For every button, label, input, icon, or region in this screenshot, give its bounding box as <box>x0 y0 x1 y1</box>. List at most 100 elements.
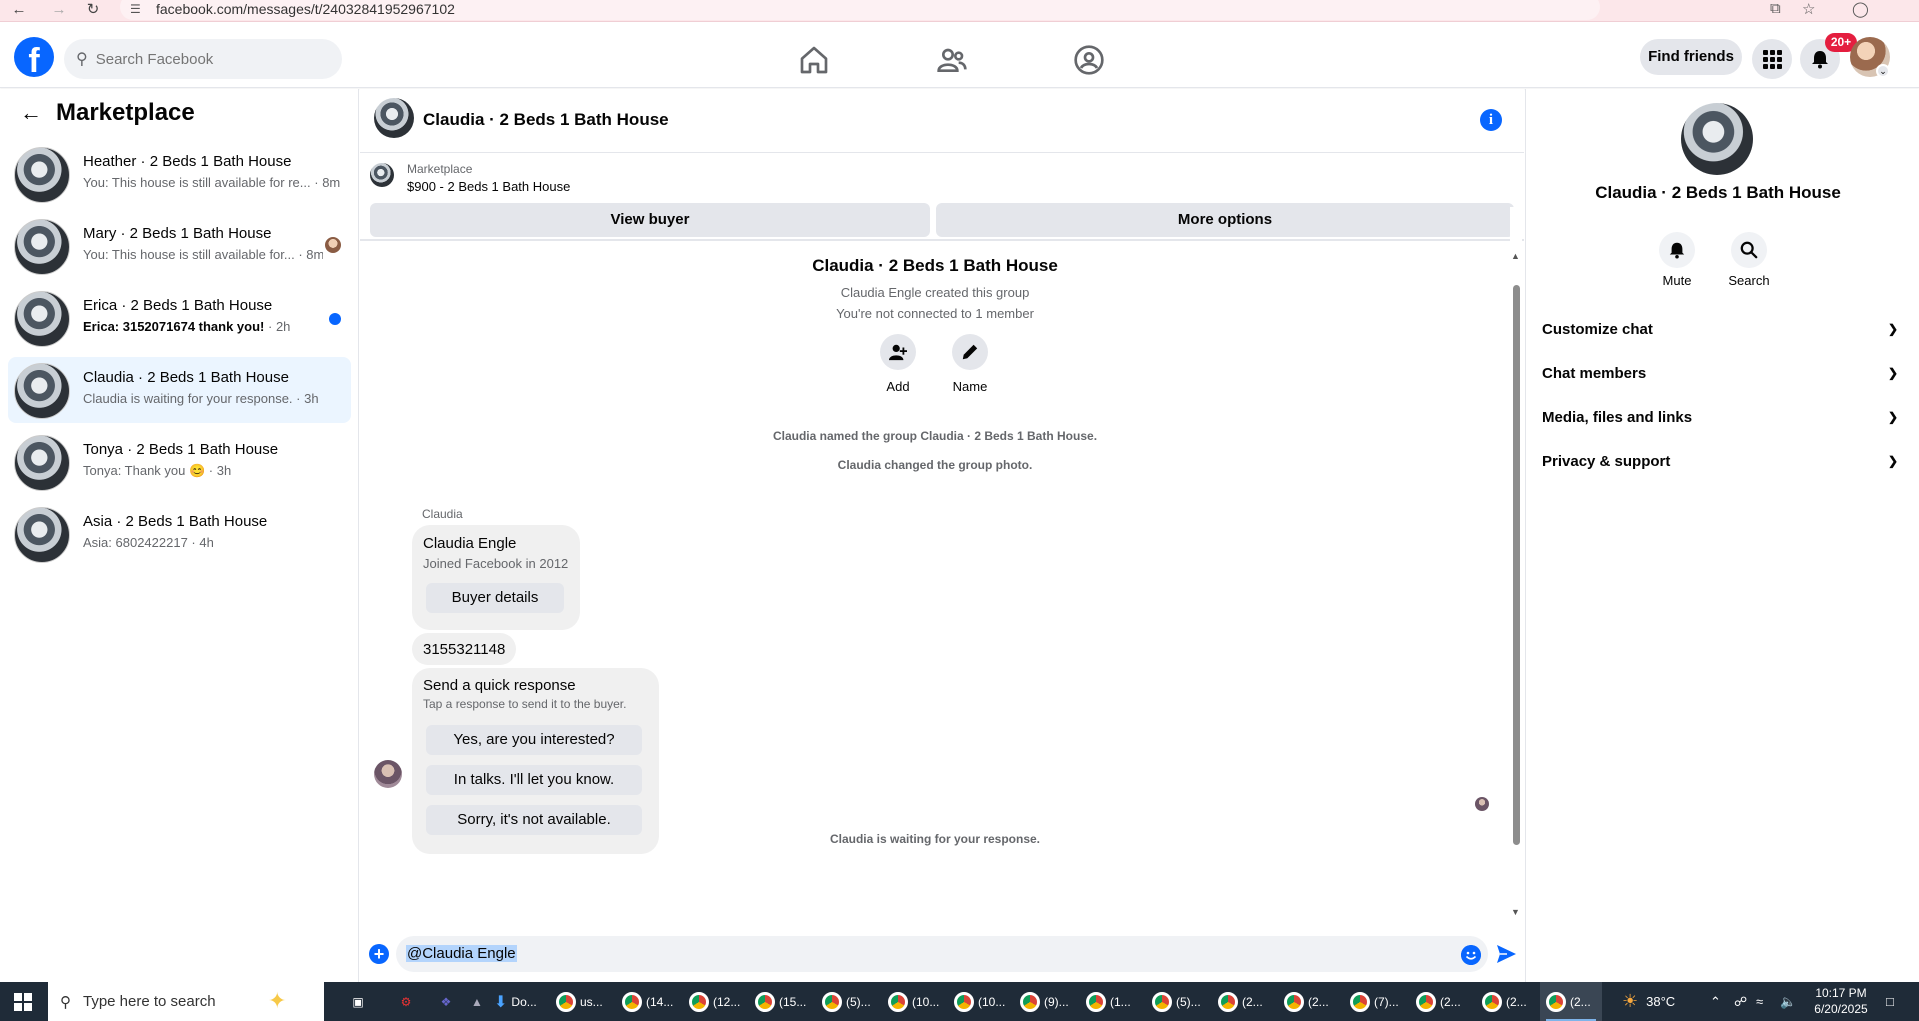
mute-button[interactable] <box>1659 232 1695 268</box>
taskbar-window[interactable]: (5)... <box>822 982 880 1021</box>
conversation-item[interactable]: Heather · 2 Beds 1 Bath House You: This … <box>8 141 351 207</box>
network-icon[interactable]: ☍ <box>1734 982 1747 1021</box>
conversation-item[interactable]: Tonya · 2 Beds 1 Bath House Tonya: Thank… <box>8 429 351 495</box>
facebook-search[interactable]: ⚲ <box>64 39 342 79</box>
conversation-title: Heather · 2 Beds 1 Bath House <box>83 153 292 170</box>
taskbar-window[interactable]: (2... <box>1482 982 1540 1021</box>
back-icon[interactable]: ← <box>8 0 30 18</box>
privacy-support-section[interactable]: Privacy & support ❯ <box>1542 443 1898 479</box>
sender-name: Claudia <box>422 507 463 521</box>
copilot-icon[interactable]: ❖ <box>430 982 462 1021</box>
taskbar-window[interactable]: (5)... <box>1152 982 1210 1021</box>
media-files-links-section[interactable]: Media, files and links ❯ <box>1542 399 1898 435</box>
scroll-down-icon[interactable]: ▼ <box>1511 907 1520 917</box>
browser-profile-icon[interactable]: ◯ <box>1852 0 1869 18</box>
scroll-up-icon[interactable]: ▲ <box>1511 251 1520 261</box>
taskbar-window[interactable]: (9)... <box>1020 982 1078 1021</box>
url-text[interactable]: facebook.com/messages/t/2403284195296710… <box>156 1 455 17</box>
taskbar-window[interactable]: (2... <box>1218 982 1276 1021</box>
more-options-button[interactable]: More options <box>936 203 1514 237</box>
app-icon[interactable]: ⚙ <box>390 982 422 1021</box>
add-member-button[interactable] <box>880 334 916 370</box>
search-input[interactable] <box>95 50 316 68</box>
task-view-icon[interactable]: ▣ <box>342 982 374 1021</box>
taskbar-downloads[interactable]: ⬇ Do... <box>494 982 550 1021</box>
info-icon[interactable]: i <box>1480 109 1502 131</box>
volume-icon[interactable]: 🔈 <box>1780 982 1796 1021</box>
name-group-button[interactable] <box>952 334 988 370</box>
back-arrow-icon[interactable]: ← <box>20 100 42 126</box>
chat-members-section[interactable]: Chat members ❯ <box>1542 355 1898 391</box>
windows-start-icon[interactable] <box>14 993 32 1011</box>
message-input-text[interactable]: @Claudia Engle <box>406 945 517 962</box>
taskbar-window[interactable]: (15... <box>755 982 813 1021</box>
notification-center-icon[interactable]: □ <box>1886 982 1894 1021</box>
conversation-item[interactable]: Mary · 2 Beds 1 Bath House You: This hou… <box>8 213 351 279</box>
groups-icon[interactable] <box>1073 44 1105 76</box>
listing-source: Marketplace <box>407 162 473 176</box>
friends-icon[interactable] <box>936 44 968 76</box>
emoji-icon[interactable] <box>1461 945 1481 965</box>
conversation-item[interactable]: Erica · 2 Beds 1 Bath House Erica: 31520… <box>8 285 351 351</box>
sparkle-icon[interactable]: ✦ <box>268 988 286 1014</box>
group-created-text: Claudia Engle created this group <box>840 285 1030 300</box>
search-conversation-button[interactable] <box>1731 232 1767 268</box>
app-icon[interactable]: ▲ <box>466 982 488 1021</box>
listing-title[interactable]: $900 - 2 Beds 1 Bath House <box>407 179 570 194</box>
browser-address-bar: ← → ↻ ☰ facebook.com/messages/t/24032841… <box>0 0 1919 22</box>
quick-response-yes-button[interactable]: Yes, are you interested? <box>426 725 642 755</box>
chat-avatar[interactable] <box>374 98 414 138</box>
customize-chat-section[interactable]: Customize chat ❯ <box>1542 311 1898 347</box>
message-input[interactable] <box>396 936 1488 972</box>
conversation-item[interactable]: Asia · 2 Beds 1 Bath House Asia: 6802422… <box>8 501 351 567</box>
menu-button[interactable] <box>1752 39 1792 79</box>
show-hidden-icons[interactable]: ⌃ <box>1710 982 1721 1021</box>
taskbar-window-active[interactable]: (2... <box>1540 982 1602 1021</box>
facebook-logo[interactable]: f <box>14 37 54 77</box>
mute-label: Mute <box>1662 273 1692 288</box>
bookmark-star-icon[interactable]: ☆ <box>1802 0 1815 18</box>
chrome-icon <box>1152 991 1172 1012</box>
site-info-icon[interactable]: ☰ <box>130 2 141 16</box>
taskbar-window[interactable]: (2... <box>1416 982 1474 1021</box>
buyer-details-button[interactable]: Buyer details <box>426 583 564 613</box>
sender-avatar[interactable] <box>374 760 402 788</box>
home-icon[interactable] <box>798 44 830 76</box>
taskbar-window[interactable]: (2... <box>1284 982 1342 1021</box>
quick-response-talks-button[interactable]: In talks. I'll let you know. <box>426 765 642 795</box>
reload-icon[interactable]: ↻ <box>82 0 104 18</box>
wifi-icon[interactable]: ≈ <box>1756 982 1763 1021</box>
chat-title[interactable]: Claudia · 2 Beds 1 Bath House <box>423 110 669 130</box>
taskbar-window[interactable]: (14... <box>622 982 680 1021</box>
conversation-title: Claudia · 2 Beds 1 Bath House <box>83 369 289 386</box>
scrollbar-thumb[interactable] <box>1513 285 1520 845</box>
view-buyer-button[interactable]: View buyer <box>370 203 930 237</box>
quick-response-unavailable-button[interactable]: Sorry, it's not available. <box>426 805 642 835</box>
conversation-preview: Asia: 6802422217 · 4h <box>83 535 214 550</box>
conversation-preview: You: This house is still available for r… <box>83 175 341 190</box>
system-clock[interactable]: 10:17 PM 6/20/2025 <box>1806 985 1876 1017</box>
message-composer: + @Claudia Engle <box>360 935 1524 982</box>
find-friends-button[interactable]: Find friends <box>1640 39 1742 75</box>
chevron-down-icon[interactable]: ⌄ <box>1876 64 1890 78</box>
taskbar-window[interactable]: (10... <box>954 982 1012 1021</box>
forward-icon[interactable]: → <box>48 0 70 18</box>
conversation-item-active[interactable]: Claudia · 2 Beds 1 Bath House Claudia is… <box>8 357 351 423</box>
plus-icon[interactable]: + <box>369 944 389 964</box>
install-app-icon[interactable]: ⧉ <box>1770 0 1781 17</box>
taskbar-window[interactable]: (1... <box>1086 982 1144 1021</box>
weather-widget[interactable]: ☀ 38°C <box>1622 982 1675 1021</box>
conversation-preview: Tonya: Thank you 😊 · 3h <box>83 463 232 478</box>
taskbar-window[interactable]: (7)... <box>1350 982 1408 1021</box>
taskbar-window[interactable]: (12... <box>689 982 747 1021</box>
taskbar-window[interactable]: (10... <box>888 982 946 1021</box>
chrome-icon <box>689 991 709 1012</box>
bell-icon <box>1669 242 1685 259</box>
system-message: Claudia named the group Claudia · 2 Beds… <box>772 429 1098 443</box>
group-avatar[interactable] <box>1681 103 1753 175</box>
taskbar-window[interactable]: us... <box>556 982 614 1021</box>
chrome-icon <box>556 991 576 1012</box>
conversation-preview: Erica: 3152071674 thank you! · 2h <box>83 319 291 334</box>
send-icon[interactable] <box>1495 943 1517 965</box>
unread-indicator <box>329 313 341 325</box>
